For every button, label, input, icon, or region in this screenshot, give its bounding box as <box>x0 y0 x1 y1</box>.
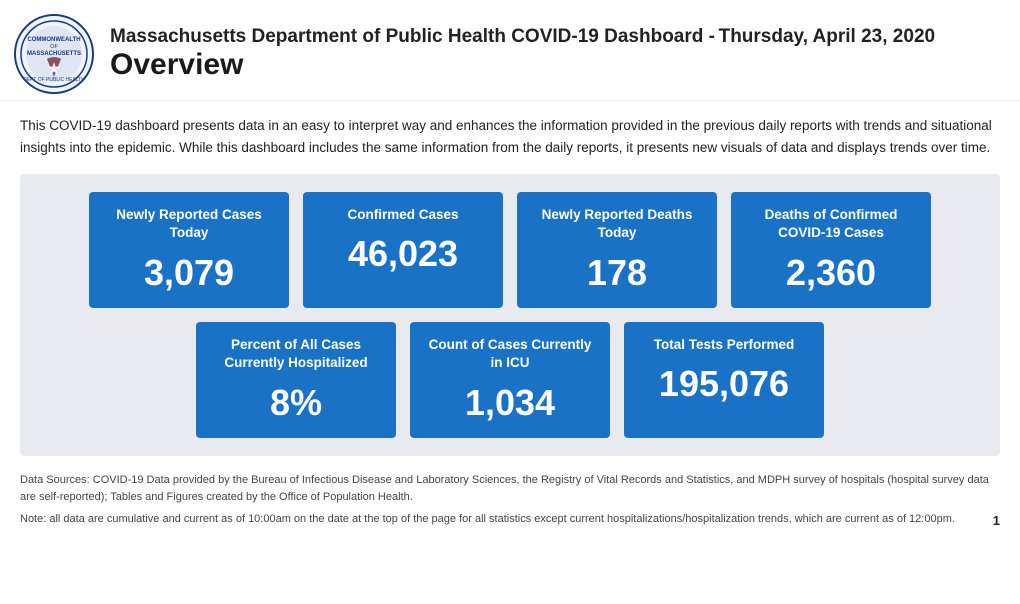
stat-label-deaths-confirmed: Deaths of Confirmed COVID-19 Cases <box>747 206 915 242</box>
svg-text:MASSACHUSETTS: MASSACHUSETTS <box>27 51 81 57</box>
logo: COMMONWEALTH OF MASSACHUSETTS DEPT OF PU… <box>14 14 94 94</box>
stats-row-1: Newly Reported Cases Today 3,079 Confirm… <box>38 192 982 308</box>
stat-value-confirmed-cases: 46,023 <box>319 234 487 274</box>
stat-value-new-cases: 3,079 <box>105 253 273 293</box>
footer-sources: Data Sources: COVID-19 Data provided by … <box>0 462 1020 509</box>
page-number: 1 <box>993 511 1000 531</box>
stat-card-icu: Count of Cases Currently in ICU 1,034 <box>410 322 610 438</box>
stat-card-confirmed-cases: Confirmed Cases 46,023 <box>303 192 503 308</box>
svg-text:COMMONWEALTH: COMMONWEALTH <box>27 37 80 43</box>
stat-value-new-deaths: 178 <box>533 253 701 293</box>
stat-value-hospitalized: 8% <box>212 383 380 423</box>
stat-card-total-tests: Total Tests Performed 195,076 <box>624 322 824 438</box>
stats-row-2: Percent of All Cases Currently Hospitali… <box>38 322 982 438</box>
page-subtitle: Overview <box>110 48 935 82</box>
dashboard-date: Thursday, April 23, 2020 <box>719 26 935 47</box>
stat-card-deaths-confirmed: Deaths of Confirmed COVID-19 Cases 2,360 <box>731 192 931 308</box>
svg-text:OF: OF <box>50 44 58 50</box>
stat-label-confirmed-cases: Confirmed Cases <box>319 206 487 224</box>
stat-card-hospitalized: Percent of All Cases Currently Hospitali… <box>196 322 396 438</box>
stat-label-new-deaths: Newly Reported Deaths Today <box>533 206 701 242</box>
header-text-block: Massachusetts Department of Public Healt… <box>110 26 935 82</box>
stat-value-deaths-confirmed: 2,360 <box>747 253 915 293</box>
stat-label-total-tests: Total Tests Performed <box>640 336 808 354</box>
stat-card-new-deaths: Newly Reported Deaths Today 178 <box>517 192 717 308</box>
stat-value-icu: 1,034 <box>426 383 594 423</box>
stat-label-icu: Count of Cases Currently in ICU <box>426 336 594 372</box>
page-header: COMMONWEALTH OF MASSACHUSETTS DEPT OF PU… <box>0 0 1020 101</box>
description-text: This COVID-19 dashboard presents data in… <box>0 101 1020 168</box>
stat-card-new-cases: Newly Reported Cases Today 3,079 <box>89 192 289 308</box>
dashboard-title: Massachusetts Department of Public Healt… <box>110 26 715 47</box>
header-title-line: Massachusetts Department of Public Healt… <box>110 26 935 48</box>
stat-label-new-cases: Newly Reported Cases Today <box>105 206 273 242</box>
svg-text:DEPT OF PUBLIC HEALTH: DEPT OF PUBLIC HEALTH <box>23 77 85 83</box>
footer-note-row: Note: all data are cumulative and curren… <box>0 509 1020 537</box>
stat-label-hospitalized: Percent of All Cases Currently Hospitali… <box>212 336 380 372</box>
footer-note-text: Note: all data are cumulative and curren… <box>20 511 955 531</box>
stats-container: Newly Reported Cases Today 3,079 Confirm… <box>20 174 1000 456</box>
stat-value-total-tests: 195,076 <box>640 364 808 404</box>
